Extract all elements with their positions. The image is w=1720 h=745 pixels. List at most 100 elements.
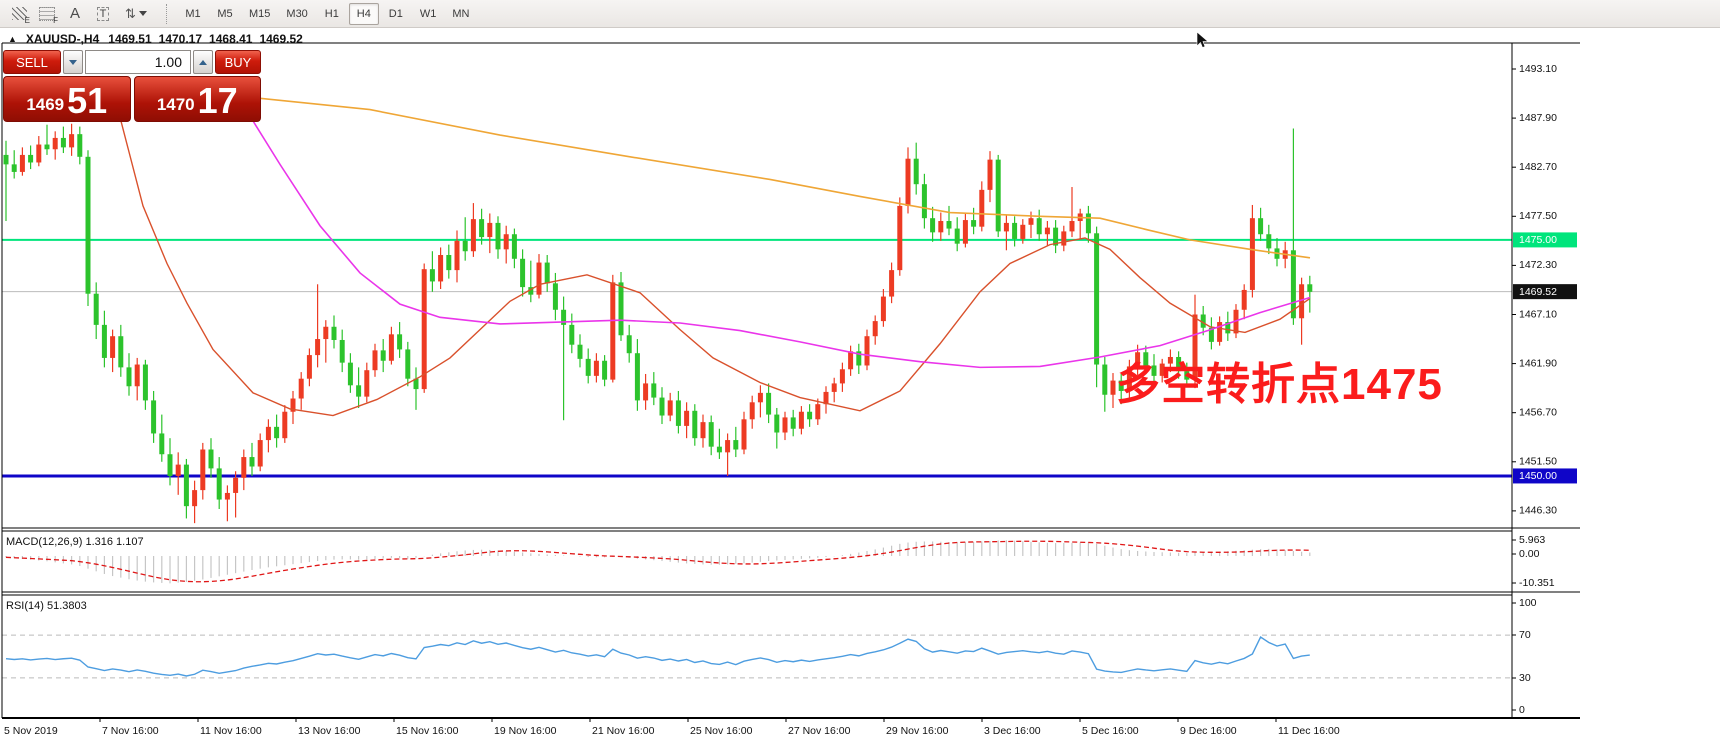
candle-body xyxy=(356,385,361,396)
low-value: 1468.41 xyxy=(209,32,252,46)
candle-body xyxy=(455,241,460,270)
candle-body xyxy=(143,365,148,401)
candle-body xyxy=(1094,233,1099,364)
candle-body xyxy=(832,383,837,391)
buy-price-pips: 17 xyxy=(198,79,238,123)
time-axis-label: 25 Nov 16:00 xyxy=(690,725,753,737)
candle-body xyxy=(274,427,279,438)
time-axis-label: 19 Nov 16:00 xyxy=(494,725,557,737)
grid-tool-icon[interactable]: F xyxy=(34,3,60,25)
timeframe-d1[interactable]: D1 xyxy=(381,3,411,25)
resistance-badge-text: 1475.00 xyxy=(1519,234,1557,246)
price-axis-label: 1446.30 xyxy=(1519,505,1557,517)
buy-price-display[interactable]: 1470 17 xyxy=(134,76,262,122)
candle-body xyxy=(299,379,304,399)
candle-body xyxy=(77,134,82,157)
candle-body xyxy=(643,383,648,400)
timeframe-w1[interactable]: W1 xyxy=(413,3,444,25)
candle-body xyxy=(1307,284,1312,292)
price-axis: 1493.101487.901482.701477.501472.301467.… xyxy=(1513,63,1577,517)
macd-axis-label: -10.351 xyxy=(1519,577,1555,589)
candle-body xyxy=(487,223,492,237)
rsi-panel: RSI(14) 51.380310070300 xyxy=(2,597,1537,716)
candle-body xyxy=(1102,365,1107,395)
candle-body xyxy=(758,393,763,402)
candle-body xyxy=(332,327,337,340)
candle-body xyxy=(102,325,107,358)
candle-body xyxy=(151,400,156,433)
collapse-triangle-icon[interactable]: ▲ xyxy=(8,34,17,44)
candle-body xyxy=(20,155,25,172)
candle-body xyxy=(897,206,902,270)
chart-window: ▲ XAUUSD-,H4 1469.51 1470.17 1468.41 146… xyxy=(0,28,1720,745)
rsi-axis-label: 100 xyxy=(1519,597,1537,609)
mouse-cursor xyxy=(1197,32,1208,48)
candle-body xyxy=(504,234,509,249)
rsi-axis-label: 70 xyxy=(1519,629,1531,641)
time-axis-label: 5 Dec 16:00 xyxy=(1082,725,1139,737)
sell-price-prefix: 1469 xyxy=(26,95,64,115)
channel-tool-icon[interactable]: E xyxy=(6,3,32,25)
candle-body xyxy=(496,223,501,249)
candle-body xyxy=(217,468,222,499)
candle-body xyxy=(569,325,574,345)
candle-body xyxy=(1258,218,1263,234)
candle-body xyxy=(1045,228,1050,235)
volume-increase-button[interactable] xyxy=(193,50,213,74)
candle-body xyxy=(783,417,788,432)
candle-body xyxy=(594,361,599,376)
macd-axis-label: 5.963 xyxy=(1519,534,1545,546)
volume-input[interactable] xyxy=(85,50,191,74)
candle-body xyxy=(660,398,665,416)
volume-decrease-button[interactable] xyxy=(63,50,83,74)
candle-body xyxy=(323,327,328,339)
candle-body xyxy=(848,351,853,369)
candle-body xyxy=(955,229,960,244)
arrows-style-icon[interactable]: ⇅ xyxy=(118,3,154,25)
candle-body xyxy=(873,321,878,336)
timeframe-h1[interactable]: H1 xyxy=(317,3,347,25)
timeframe-m15[interactable]: M15 xyxy=(242,3,277,25)
candle-body xyxy=(988,160,993,190)
candle-body xyxy=(1037,218,1042,234)
text-box-icon[interactable]: T xyxy=(90,3,116,25)
candle-body xyxy=(619,282,624,335)
candle-body xyxy=(709,422,714,447)
spinner-up-icon xyxy=(199,60,207,65)
candle-body xyxy=(28,155,33,163)
candle-body xyxy=(553,283,558,309)
buy-button[interactable]: BUY xyxy=(215,50,261,74)
timeframe-mn[interactable]: MN xyxy=(445,3,476,25)
candle-body xyxy=(340,340,345,363)
candle-body xyxy=(184,465,189,507)
candle-body xyxy=(1004,223,1009,231)
timeframe-m1[interactable]: M1 xyxy=(178,3,208,25)
candle-body xyxy=(12,164,17,172)
timeframe-m30[interactable]: M30 xyxy=(279,3,314,25)
timeframe-m5[interactable]: M5 xyxy=(210,3,240,25)
timeframe-h4[interactable]: H4 xyxy=(349,3,379,25)
toolbar-separator xyxy=(166,4,168,24)
candle-body xyxy=(1266,234,1271,248)
candle-body xyxy=(110,336,115,358)
text-label-icon[interactable]: A xyxy=(62,3,88,25)
candle-body xyxy=(881,297,886,322)
candle-body xyxy=(791,417,796,428)
candle-body xyxy=(422,269,427,389)
close-value: 1469.52 xyxy=(259,32,302,46)
candle-body xyxy=(938,221,943,232)
macd-panel: MACD(12,26,9) 1.316 1.1075.9630.00-10.35… xyxy=(6,534,1555,589)
one-click-trading-panel: SELL BUY 1469 51 1470 17 xyxy=(3,50,261,122)
candle-body xyxy=(266,427,271,440)
symbol-name: XAUUSD-,H4 xyxy=(26,32,99,46)
sell-button[interactable]: SELL xyxy=(3,50,61,74)
candle-body xyxy=(1020,225,1025,239)
chart-canvas[interactable]: MACD(12,26,9) 1.316 1.1075.9630.00-10.35… xyxy=(0,28,1720,745)
spinner-down-icon xyxy=(69,60,77,65)
candle-body xyxy=(86,157,91,294)
candle-body xyxy=(545,263,550,284)
t-glyph: T xyxy=(97,7,110,21)
sell-price-display[interactable]: 1469 51 xyxy=(3,76,131,122)
price-axis-label: 1487.90 xyxy=(1519,112,1557,124)
candle-body xyxy=(914,159,919,184)
